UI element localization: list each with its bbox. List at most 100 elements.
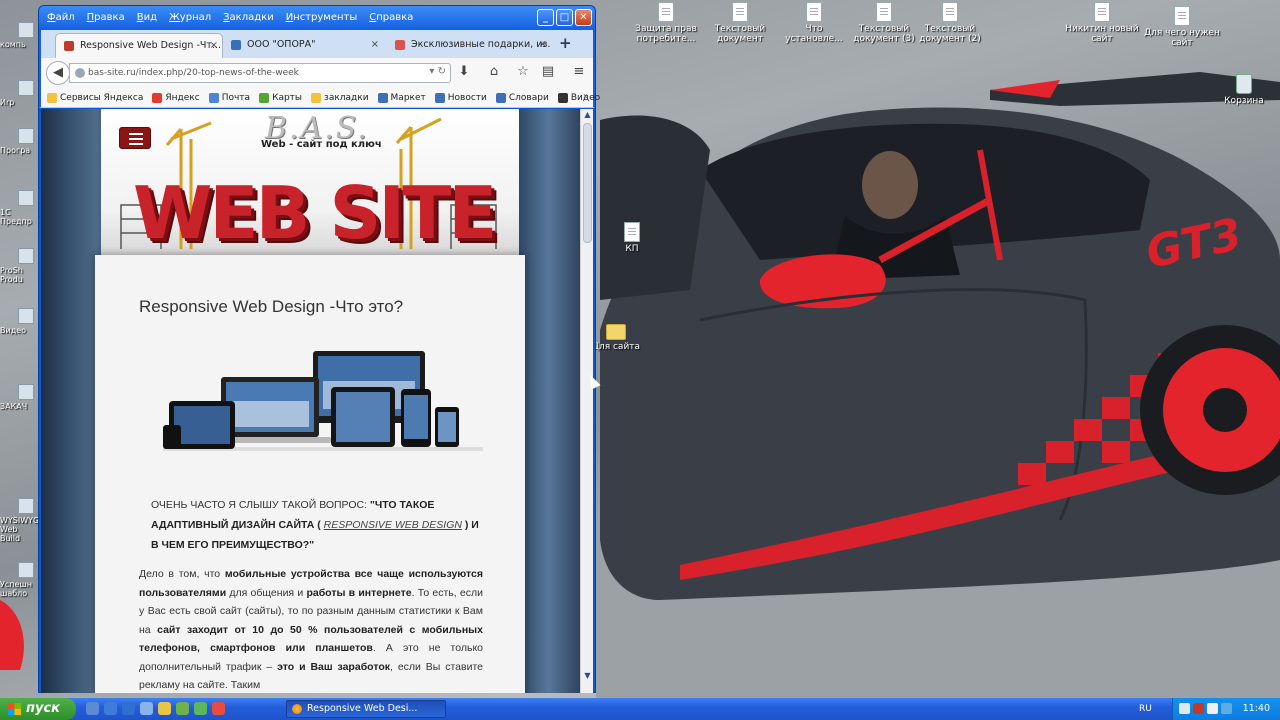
hamburger-menu-icon[interactable]: ≡: [570, 64, 588, 79]
text-document-icon: [732, 2, 748, 22]
recycle-bin-icon: [1236, 74, 1252, 94]
bookmark-item[interactable]: Видео: [557, 92, 600, 103]
desktop-icon-left[interactable]: WYSIWYG Web Build: [0, 498, 40, 543]
taskbar-item-browser[interactable]: Responsive Web Desi...: [286, 700, 446, 718]
start-label: пуск: [26, 701, 60, 716]
desktop-icon-label: Никитин новый сайт: [1065, 24, 1139, 44]
menu-bookmarks[interactable]: Закладки: [223, 12, 274, 23]
quick-launch-app-icon[interactable]: [140, 702, 153, 715]
bookmark-item[interactable]: закладки: [311, 92, 369, 103]
tab-exclusive-gifts[interactable]: Эксклюзивные подарки, из... ×: [387, 33, 551, 58]
maximize-button[interactable]: □: [556, 9, 573, 26]
desktop-icon-doc[interactable]: Текстовый документ (3): [846, 2, 922, 44]
bookmarks-overflow-icon[interactable]: »: [583, 91, 589, 102]
quick-launch-app-icon[interactable]: [194, 702, 207, 715]
scroll-down-icon[interactable]: ▼: [582, 671, 593, 681]
desktop-icon-doc[interactable]: Защита прав потребите...: [628, 2, 704, 44]
vertical-scrollbar[interactable]: ▲ ▼: [580, 109, 593, 693]
quick-launch-app-icon[interactable]: [86, 702, 99, 715]
responsive-web-design-link[interactable]: RESPONSIVE WEB DESIGN: [324, 519, 462, 531]
desktop-icon-left[interactable]: компь: [0, 22, 40, 49]
gift-favicon-icon: [395, 40, 405, 50]
scrollbar-thumb[interactable]: [583, 123, 592, 243]
tab-opora[interactable]: ООО "ОПОРА" ×: [223, 33, 383, 58]
quick-launch-app-icon[interactable]: [212, 702, 225, 715]
menu-help[interactable]: Справка: [369, 12, 413, 23]
firefox-icon: [292, 704, 302, 714]
quick-launch-app-icon[interactable]: [158, 702, 171, 715]
menu-file[interactable]: Файл: [47, 12, 75, 23]
desktop-icon-left[interactable]: ЗАКАЧ: [0, 384, 40, 411]
tray-app-icon[interactable]: [1179, 703, 1190, 714]
tab-close-icon[interactable]: ×: [371, 33, 379, 57]
network-icon[interactable]: [1221, 703, 1232, 714]
desktop-icon-doc[interactable]: Для чего нужен сайт: [1144, 6, 1220, 48]
menu-history[interactable]: Журнал: [169, 12, 211, 23]
bookmark-item[interactable]: Яндекс: [152, 92, 200, 103]
title-bar[interactable]: Файл Правка Вид Журнал Закладки Инструме…: [39, 6, 595, 30]
bookmark-item[interactable]: Маркет: [377, 92, 426, 103]
bookmark-label: Яндекс: [165, 92, 200, 103]
address-bar[interactable]: ▾ ↻: [69, 63, 451, 83]
bookmark-item[interactable]: Почта: [208, 92, 250, 103]
responsive-devices-image: [163, 351, 483, 451]
tab-close-icon[interactable]: ×: [539, 33, 547, 57]
app-icon: [18, 498, 34, 514]
menu-tools[interactable]: Инструменты: [286, 12, 358, 23]
system-tray: RU 11:40: [1139, 698, 1280, 720]
bookmark-item[interactable]: Новости: [434, 92, 487, 103]
site-tagline: Web - сайт под ключ: [261, 139, 382, 150]
desktop-icon-doc[interactable]: Никитин новый сайт: [1064, 2, 1140, 44]
download-icon[interactable]: ⬇: [455, 64, 473, 79]
minimize-button[interactable]: _: [537, 9, 554, 26]
desktop-icon-label: Для сайта: [591, 342, 641, 352]
volume-icon[interactable]: [1207, 703, 1218, 714]
reload-icon[interactable]: ▾ ↻: [429, 66, 446, 77]
desktop-icon-doc[interactable]: Текстовый документ (2): [912, 2, 988, 44]
video-icon: [18, 308, 34, 324]
desktop-icon-left[interactable]: Иrp: [0, 80, 40, 107]
language-indicator[interactable]: RU: [1139, 698, 1152, 720]
bookmark-item[interactable]: Карты: [259, 92, 303, 103]
bookmark-label: закладки: [324, 92, 369, 103]
desktop-icon-doc[interactable]: Текстовый документ: [702, 2, 778, 44]
site-favicon-icon: [64, 41, 74, 51]
desktop-icon-left[interactable]: Програ: [0, 128, 40, 155]
home-icon[interactable]: ⌂: [485, 64, 503, 79]
desktop-icon-doc[interactable]: Что установле...: [776, 2, 852, 44]
bookmark-label: Карты: [272, 92, 303, 103]
tab-responsive-web-design[interactable]: Responsive Web Design -Чт... ×: [55, 33, 223, 58]
mail-icon: [208, 92, 219, 103]
antivirus-icon[interactable]: [1193, 703, 1204, 714]
quick-launch-app-icon[interactable]: [176, 702, 189, 715]
close-button[interactable]: ✕: [575, 9, 592, 26]
quick-launch-app-icon[interactable]: [104, 702, 117, 715]
site-menu-button[interactable]: [119, 127, 151, 149]
desktop-icon-left[interactable]: Успешн шабло: [0, 562, 40, 598]
url-input[interactable]: [88, 66, 408, 80]
app-icon: [18, 248, 34, 264]
new-tab-button[interactable]: +: [559, 34, 572, 52]
article-paragraph: Дело в том, что мобильные устройства все…: [139, 565, 483, 693]
article-title: Responsive Web Design -Что это?: [139, 297, 404, 316]
menu-view[interactable]: Вид: [137, 12, 157, 23]
bookmarks-menu-icon[interactable]: ▤: [539, 64, 557, 79]
ie-icon[interactable]: [122, 702, 135, 715]
bookmark-item[interactable]: Словари: [495, 92, 549, 103]
desktop-icon-left[interactable]: ProSh Produ: [0, 248, 40, 284]
desktop-icon-left[interactable]: 1С Предпр: [0, 190, 40, 226]
scroll-up-icon[interactable]: ▲: [582, 110, 593, 120]
desktop-icon-doc[interactable]: КП: [594, 222, 670, 254]
video-icon: [557, 92, 568, 103]
tab-close-icon[interactable]: ×: [210, 34, 218, 58]
desktop-icon-recycle-bin[interactable]: Корзина: [1206, 74, 1280, 106]
bookmark-star-icon[interactable]: ☆: [514, 64, 532, 79]
paragraph-text: для общения и: [226, 586, 307, 599]
desktop-icon-left[interactable]: Видео: [0, 308, 40, 335]
text-document-icon: [876, 2, 892, 22]
menu-edit[interactable]: Правка: [87, 12, 125, 23]
start-button[interactable]: пуск: [0, 698, 76, 720]
back-button[interactable]: ◀: [46, 61, 70, 85]
text-document-icon: [658, 2, 674, 22]
bookmark-item[interactable]: Сервисы Яндекса: [47, 92, 143, 103]
